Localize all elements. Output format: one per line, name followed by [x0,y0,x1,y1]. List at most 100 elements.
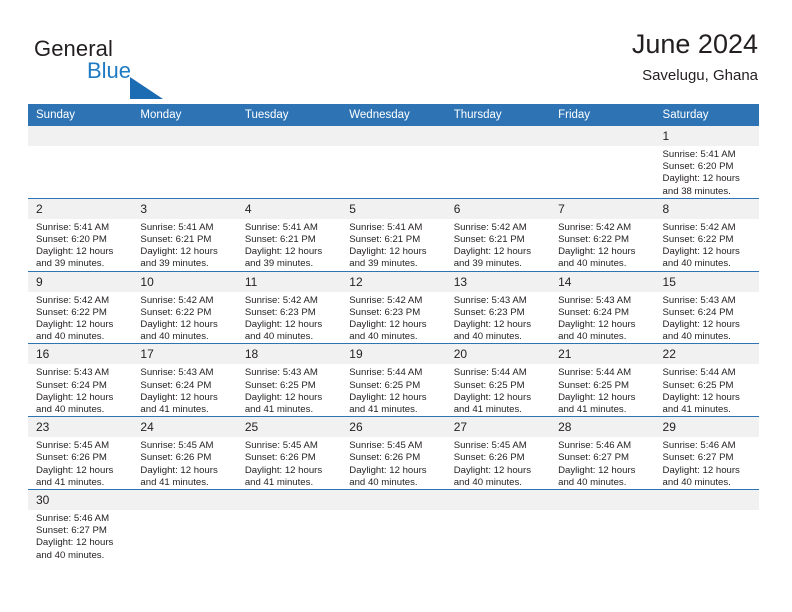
daylight-duration-line1: Daylight: 12 hours [558,464,636,476]
calendar-day-cell[interactable]: 23 Sunrise: 5:45 AM Sunset: 6:26 PM Dayligh… [28,416,133,490]
sunrise-time: Sunrise: 5:43 AM [558,294,632,306]
calendar-day-cell[interactable]: 4 Sunrise: 5:41 AM Sunset: 6:21 PM Daylight… [236,197,342,272]
page-title: June 2024 [631,29,758,59]
calendar-day-cell-empty [445,489,551,562]
day-sun-info: Sunrise: 5:46 AM Sunset: 6:27 PM Daylight:… [655,437,759,489]
day-number [654,490,759,511]
day-number: 13 [445,271,551,292]
daylight-duration-line1: Daylight: 12 hours [244,319,323,331]
daylight-duration-line1: Daylight: 12 hours [36,246,114,258]
day-number: 9 [28,271,133,292]
daylight-duration-line1: Daylight: 12 hours [140,464,218,476]
day-sun-info: Sunrise: 5:42 AM Sunset: 6:23 PM Daylight:… [237,292,341,344]
calendar-day-cell[interactable]: 22 Sunrise: 5:44 AM Sunset: 6:25 PM Dayligh… [654,343,759,417]
daylight-duration-line2: and 39 minutes. [36,258,105,270]
calendar-day-cell-empty [550,126,655,198]
calendar-day-cell[interactable]: 28 Sunrise: 5:46 AM Sunset: 6:27 PM Dayligh… [550,416,655,490]
calendar-day-cell[interactable]: 18 Sunrise: 5:43 AM Sunset: 6:25 PM Dayligh… [236,343,342,417]
sunrise-time: Sunrise: 5:43 AM [140,367,214,379]
calendar-day-cell[interactable]: 9 Sunrise: 5:42 AM Sunset: 6:22 PM Daylight… [28,270,133,344]
day-number: 2 [28,198,133,219]
daylight-duration-line1: Daylight: 12 hours [558,246,636,258]
day-sun-info: Sunrise: 5:42 AM Sunset: 6:22 PM Daylight:… [655,219,759,271]
daylight-duration-line1: Daylight: 12 hours [349,319,427,331]
day-sun-info: Sunrise: 5:43 AM Sunset: 6:25 PM Daylight:… [237,364,341,416]
calendar-day-cell[interactable]: 21 Sunrise: 5:44 AM Sunset: 6:25 PM Dayligh… [550,343,655,417]
day-number [132,490,237,511]
page-subtitle-location: Savelugu, Ghana [642,67,758,84]
calendar-day-cell[interactable]: 11 Sunrise: 5:42 AM Sunset: 6:23 PM Dayligh… [236,270,342,344]
calendar-day-cell[interactable]: 20 Sunrise: 5:44 AM Sunset: 6:25 PM Dayligh… [445,343,551,417]
weekday-header-thursday: Thursday [445,104,551,126]
sunrise-time: Sunrise: 5:41 AM [36,221,110,233]
day-number: 6 [445,198,551,219]
calendar-day-cell-empty [550,489,655,562]
sunrise-time: Sunrise: 5:42 AM [662,221,736,233]
daylight-duration-line1: Daylight: 12 hours [662,391,740,403]
day-sun-info: Sunrise: 5:42 AM Sunset: 6:23 PM Daylight:… [341,292,445,344]
day-sun-info: Sunrise: 5:43 AM Sunset: 6:24 PM Daylight:… [550,292,654,344]
daylight-duration-line2: and 40 minutes. [662,331,731,343]
calendar-day-cell[interactable]: 12 Sunrise: 5:42 AM Sunset: 6:23 PM Dayligh… [341,270,446,344]
sunrise-time: Sunrise: 5:42 AM [244,294,318,306]
sunrise-time: Sunrise: 5:46 AM [558,440,632,452]
calendar-day-cell[interactable]: 19 Sunrise: 5:44 AM Sunset: 6:25 PM Dayligh… [341,343,446,417]
sunrise-time: Sunrise: 5:42 AM [453,221,527,233]
weekday-header-tuesday: Tuesday [236,104,342,126]
sunrise-time: Sunrise: 5:46 AM [662,440,736,452]
daylight-duration-line1: Daylight: 12 hours [453,464,532,476]
day-sun-info: Sunrise: 5:41 AM Sunset: 6:21 PM Daylight:… [237,219,341,271]
daylight-duration-line1: Daylight: 12 hours [244,391,323,403]
calendar-day-cell-empty [236,126,342,198]
calendar-body: 1 Sunrise: 5:41 AM Sunset: 6:20 PM Daylight… [28,126,759,562]
calendar-day-cell[interactable]: 13 Sunrise: 5:43 AM Sunset: 6:23 PM Dayligh… [445,270,551,344]
sunset-time: Sunset: 6:21 PM [349,234,421,246]
day-number: 7 [550,198,655,219]
calendar-week-row: 2 Sunrise: 5:41 AM Sunset: 6:20 PM Daylight… [28,197,759,272]
sunset-time: Sunset: 6:25 PM [453,379,525,391]
calendar-day-cell[interactable]: 5 Sunrise: 5:41 AM Sunset: 6:21 PM Daylight… [341,197,446,272]
daylight-duration-line2: and 41 minutes. [36,476,105,488]
daylight-duration-line1: Daylight: 12 hours [349,391,427,403]
calendar-day-cell[interactable]: 15 Sunrise: 5:43 AM Sunset: 6:24 PM Dayligh… [654,270,759,344]
calendar-day-cell[interactable]: 17 Sunrise: 5:43 AM Sunset: 6:24 PM Dayligh… [132,343,237,417]
day-sun-info: Sunrise: 5:42 AM Sunset: 6:22 PM Daylight:… [132,292,236,344]
sunset-time: Sunset: 6:26 PM [453,452,525,464]
logo-text-blue: Blue [87,58,132,83]
daylight-duration-line1: Daylight: 12 hours [662,464,740,476]
day-number: 12 [341,271,446,292]
sunset-time: Sunset: 6:21 PM [244,234,316,246]
day-number: 15 [654,271,759,292]
sunrise-time: Sunrise: 5:41 AM [140,221,214,233]
sunset-time: Sunset: 6:26 PM [349,452,421,464]
sunrise-time: Sunrise: 5:41 AM [244,221,318,233]
calendar-day-cell[interactable]: 26 Sunrise: 5:45 AM Sunset: 6:26 PM Dayligh… [341,416,446,490]
sunset-time: Sunset: 6:23 PM [244,306,316,318]
general-blue-logo: General Blue [34,36,274,99]
daylight-duration-line1: Daylight: 12 hours [349,246,427,258]
calendar-day-cell[interactable]: 1 Sunrise: 5:41 AM Sunset: 6:20 PM Daylight… [654,126,759,198]
calendar-day-cell[interactable]: 25 Sunrise: 5:45 AM Sunset: 6:26 PM Dayligh… [236,416,342,490]
calendar-day-cell[interactable]: 16 Sunrise: 5:43 AM Sunset: 6:24 PM Dayligh… [28,343,133,417]
calendar-day-cell[interactable]: 3 Sunrise: 5:41 AM Sunset: 6:21 PM Daylight… [132,197,237,272]
daylight-duration-line2: and 39 minutes. [244,258,314,270]
calendar-day-cell[interactable]: 14 Sunrise: 5:43 AM Sunset: 6:24 PM Dayligh… [550,270,655,344]
sunset-time: Sunset: 6:25 PM [558,379,630,391]
day-sun-info: Sunrise: 5:42 AM Sunset: 6:22 PM Daylight:… [28,292,132,344]
calendar-day-cell[interactable]: 6 Sunrise: 5:42 AM Sunset: 6:21 PM Daylight… [445,197,551,272]
calendar-day-cell[interactable]: 10 Sunrise: 5:42 AM Sunset: 6:22 PM Dayligh… [132,270,237,344]
weekday-header-friday: Friday [550,104,655,126]
daylight-duration-line2: and 40 minutes. [453,331,522,343]
daylight-duration-line1: Daylight: 12 hours [36,537,114,549]
sunrise-time: Sunrise: 5:45 AM [140,440,214,452]
calendar-day-cell[interactable]: 2 Sunrise: 5:41 AM Sunset: 6:20 PM Daylight… [28,197,133,272]
sunset-time: Sunset: 6:23 PM [453,306,525,318]
calendar-day-cell[interactable]: 29 Sunrise: 5:46 AM Sunset: 6:27 PM Dayligh… [654,416,759,490]
calendar-day-cell[interactable]: 27 Sunrise: 5:45 AM Sunset: 6:26 PM Dayligh… [445,416,551,490]
calendar-day-cell[interactable]: 7 Sunrise: 5:42 AM Sunset: 6:22 PM Daylight… [550,197,655,272]
daylight-duration-line2: and 41 minutes. [140,476,209,488]
daylight-duration-line1: Daylight: 12 hours [453,319,532,331]
calendar-day-cell[interactable]: 24 Sunrise: 5:45 AM Sunset: 6:26 PM Dayligh… [132,416,237,490]
calendar-day-cell[interactable]: 8 Sunrise: 5:42 AM Sunset: 6:22 PM Daylight… [654,197,759,272]
calendar-day-cell[interactable]: 30 Sunrise: 5:46 AM Sunset: 6:27 PM Dayligh… [28,489,133,562]
